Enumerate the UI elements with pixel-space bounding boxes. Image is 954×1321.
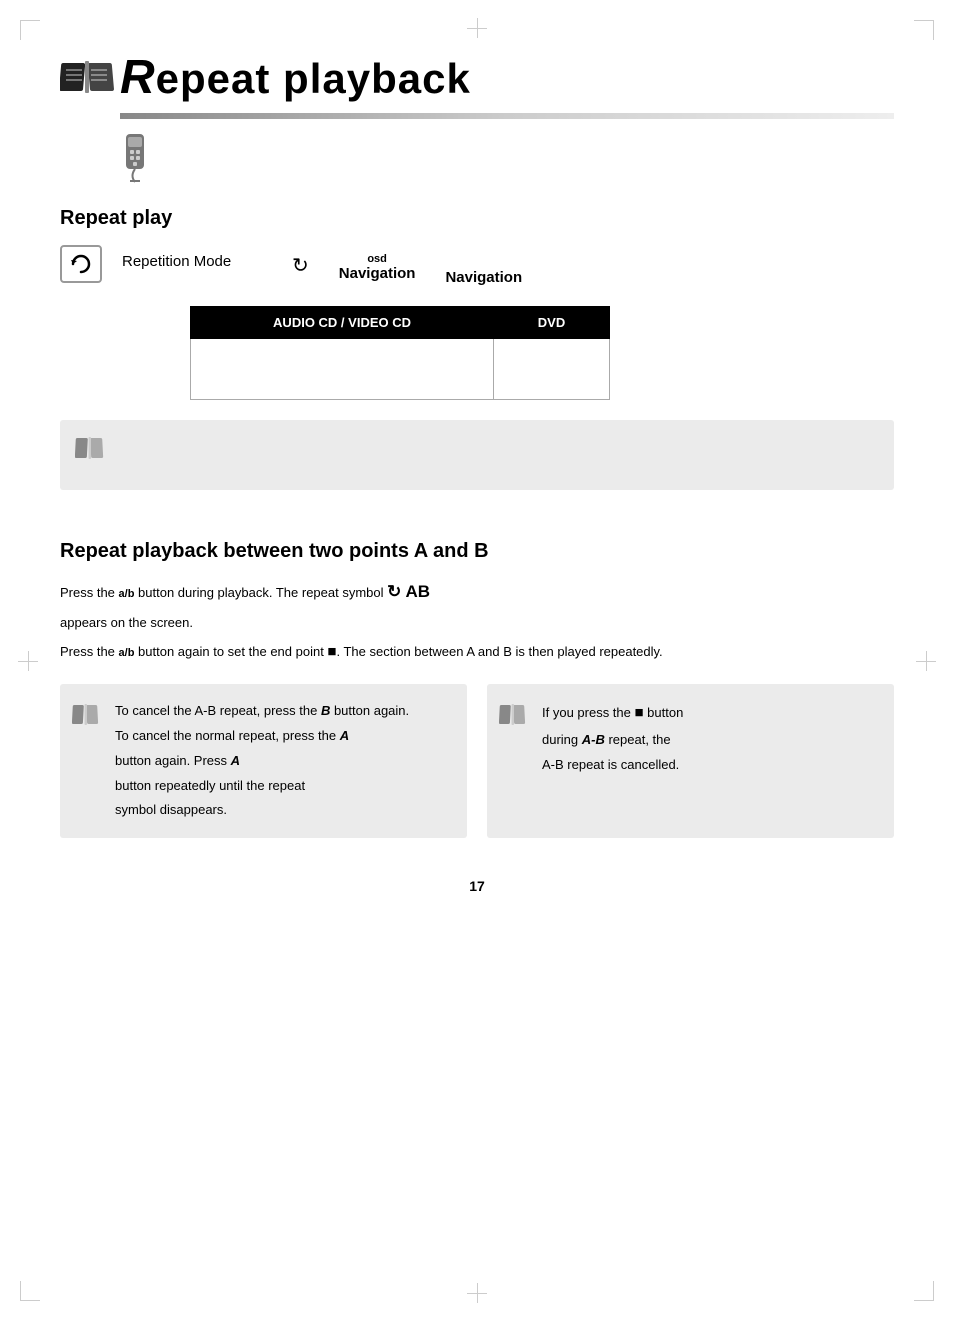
navigation-label2: Navigation [445, 253, 522, 286]
ab-symbol: ↻ AB [387, 582, 430, 601]
table-header-dvd: DVD [494, 307, 610, 339]
note-box-right: If you press the ■ button during A-B rep… [487, 684, 894, 837]
repeat-play-heading: Repeat play [60, 207, 894, 230]
bold-b: B [321, 703, 330, 718]
navigation-col1: osd Navigation [339, 253, 416, 282]
osd-label: osd [367, 253, 387, 265]
note-boxes-row: To cancel the A-B repeat, press the B bu… [60, 684, 894, 837]
remote-icon [120, 134, 150, 184]
note-box-1 [60, 420, 894, 490]
bold-a2: A [231, 753, 240, 768]
repeat-arrow-symbol: ↻ [292, 253, 309, 278]
table-cell-dvd [494, 339, 610, 400]
note-box-left: To cancel the A-B repeat, press the B bu… [60, 684, 467, 837]
book-icon [60, 55, 115, 100]
ab-description: Press the a/b button during playback. Th… [60, 578, 894, 664]
navigation-label1: Navigation [339, 265, 416, 282]
note-book-icon-left [72, 696, 100, 743]
stop-symbol-right: ■ [635, 704, 644, 721]
ab-desc-line2: appears on the screen. [60, 612, 894, 634]
table-header-audiocd: AUDIO CD / VIDEO CD [191, 307, 494, 339]
remote-icon-area [120, 134, 894, 187]
title-underline [120, 113, 894, 119]
key-ab-1: a/b [119, 588, 135, 600]
page-number: 17 [60, 878, 894, 894]
page-title: Repeat playback [120, 50, 471, 105]
ab-desc-line3-suffix: . The section between A and B is then pl… [336, 644, 662, 659]
mode-table: AUDIO CD / VIDEO CD DVD [190, 306, 610, 400]
table-cell-audiocd [191, 339, 494, 400]
note-left-content: To cancel the A-B repeat, press the B bu… [115, 699, 452, 822]
repeat-play-row: Repetition Mode ↻ osd Navigation Navigat… [60, 245, 894, 286]
bold-a1: A [340, 728, 349, 743]
repetition-mode-label: Repetition Mode [122, 253, 262, 270]
key-ab-2: a/b [119, 647, 135, 659]
title-R: R [120, 51, 156, 104]
bold-ab-right: A-B [582, 732, 605, 747]
repeat-button-icon [60, 245, 102, 283]
note-book-icon-right [499, 696, 527, 743]
note-right-content: If you press the ■ button during A-B rep… [542, 699, 879, 777]
title-section: Repeat playback [60, 50, 894, 105]
ab-section-heading: Repeat playback between two points A and… [60, 540, 894, 563]
note-book-icon-1 [75, 435, 105, 470]
